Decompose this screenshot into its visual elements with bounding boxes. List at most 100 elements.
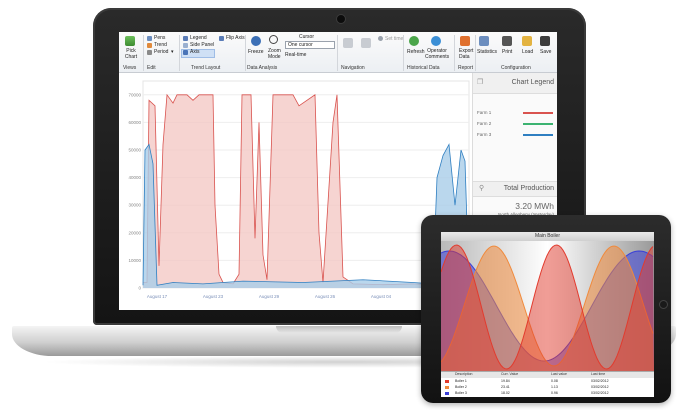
set-time-button[interactable]: Set time [385, 36, 403, 42]
period-icon [147, 50, 152, 55]
legend-icon [183, 36, 188, 41]
period-dropdown[interactable]: Period [154, 49, 168, 55]
boiler-table-cell: 03/02/2012 [591, 379, 609, 383]
legend-swatch [523, 134, 553, 136]
clock-icon [378, 36, 383, 41]
axis-toggle[interactable]: Axis [190, 49, 199, 55]
boiler-table-header-cell: Curr. Value [501, 372, 519, 376]
x-tick-label: August 17 [147, 294, 168, 299]
boiler-table: Description Curr. Value Last value Last tim… [441, 371, 654, 397]
home-button[interactable] [659, 300, 668, 309]
group-data-analysis: Data Analysis [247, 65, 278, 71]
separator [403, 35, 404, 71]
operator-comments-button[interactable]: Operator Comments [425, 48, 449, 60]
trend-chart[interactable]: 0 10000 20000 30000 40000 50000 60000 70000 Augu… [119, 73, 471, 310]
x-tick-label: August 04 [371, 294, 392, 299]
pick-chart-button[interactable]: Pick Chart [123, 48, 139, 60]
production-title: Total Production [503, 185, 554, 192]
separator [179, 35, 180, 71]
cursor-select[interactable]: One cursor [285, 41, 335, 49]
side-panel-toggle[interactable]: Side Panel [190, 42, 214, 48]
boiler-table-cell: 03/02/2012 [591, 385, 609, 389]
boiler-table-cell: Boiler 2 [455, 385, 467, 389]
series-swatch [445, 392, 449, 395]
load-icon[interactable] [522, 36, 532, 46]
laptop-notch [276, 326, 402, 333]
pin-icon[interactable]: ❐ [477, 78, 483, 86]
legend-item-label: Farm 2 [477, 121, 492, 126]
step-forward-icon[interactable] [361, 38, 371, 48]
y-tick-label: 40000 [128, 175, 141, 180]
chevron-down-icon[interactable]: ▾ [171, 49, 174, 55]
series-swatch [445, 380, 449, 383]
series-swatch [445, 386, 449, 389]
legend-toggle[interactable]: Legend [190, 35, 207, 41]
pause-icon[interactable] [251, 36, 261, 46]
y-tick-label: 60000 [128, 120, 141, 125]
side-panel-icon [183, 43, 188, 48]
legend-item-label: Farm 3 [477, 132, 492, 137]
boiler-table-cell: 23.41 [501, 385, 510, 389]
save-icon[interactable] [540, 36, 550, 46]
x-tick-label: August 29 [259, 294, 280, 299]
freeze-button[interactable]: Freeze [248, 49, 264, 55]
separator [143, 35, 144, 71]
legend-item[interactable]: Farm 1 [477, 109, 555, 117]
boiler-table-header-cell: Last value [551, 372, 567, 376]
legend-swatch [523, 112, 553, 114]
ribbon-toolbar: Pick Chart Views Pens Trend Period ▾ Edi… [119, 32, 557, 73]
boiler-table-cell: Boiler 3 [455, 391, 467, 395]
y-tick-label: 0 [138, 286, 141, 291]
statistics-icon[interactable] [479, 36, 489, 46]
export-data-button[interactable]: Export Data [459, 48, 473, 60]
boiler-table-cell: 0.96 [551, 391, 558, 395]
production-header: ⚲ Total Production [473, 181, 557, 197]
tablet-title: Main Boiler [534, 233, 560, 239]
trend-button[interactable]: Trend [154, 42, 167, 48]
zoom-icon[interactable] [269, 35, 278, 44]
cursor-label: Cursor [299, 34, 315, 40]
legend-item[interactable]: Farm 2 [477, 120, 555, 128]
boiler-chart-svg [441, 241, 654, 371]
axis-icon [183, 50, 188, 55]
trend-icon [147, 43, 152, 48]
legend-item[interactable]: Farm 3 [477, 131, 555, 139]
realtime-toggle[interactable]: Real-time [285, 52, 306, 58]
y-tick-label: 30000 [128, 203, 141, 208]
tablet-screen: Main Boiler Description Curr. Value Last v… [441, 232, 654, 397]
comments-icon[interactable] [431, 36, 441, 46]
boiler-table-cell: 18.02 [501, 391, 510, 395]
legend-header: Chart Legend ❐ [473, 73, 557, 94]
x-tick-label: August 26 [315, 294, 336, 299]
legend-item-label: Farm 1 [477, 110, 492, 115]
zoom-mode-button[interactable]: Zoom Mode [268, 48, 282, 60]
refresh-icon[interactable] [409, 36, 419, 46]
pens-button[interactable]: Pens [154, 35, 165, 41]
export-icon[interactable] [460, 36, 470, 46]
legend-swatch [523, 123, 553, 125]
production-value: 3.20 MWh [515, 201, 554, 211]
print-button[interactable]: Print [502, 49, 512, 55]
pens-icon [147, 36, 152, 41]
boiler-table-cell: 0.08 [551, 379, 558, 383]
separator [245, 35, 246, 71]
save-button[interactable]: Save [540, 49, 551, 55]
search-icon[interactable]: ⚲ [479, 184, 484, 192]
camera-icon [336, 14, 346, 24]
y-tick-label: 50000 [128, 148, 141, 153]
flip-axis-icon [219, 36, 224, 41]
flip-axis-button[interactable]: Flip Axis [226, 35, 245, 41]
refresh-button[interactable]: Refresh [407, 49, 425, 55]
trend-chart-svg: 0 10000 20000 30000 40000 50000 60000 70000 Augu… [128, 80, 470, 299]
boiler-table-row[interactable]: Boiler 3 18.02 0.96 03/02/2012 [441, 391, 654, 397]
boiler-table-header: Description Curr. Value Last value Last tim… [441, 372, 654, 378]
statistics-button[interactable]: Statistics [477, 49, 497, 55]
group-views: Views [123, 65, 137, 71]
load-button[interactable]: Load [522, 49, 533, 55]
step-back-icon[interactable] [343, 38, 353, 48]
print-icon[interactable] [502, 36, 512, 46]
group-report: Report [458, 65, 474, 71]
chart-icon[interactable] [125, 36, 135, 46]
boiler-table-header-cell: Description [455, 372, 473, 376]
legend-title: Chart Legend [511, 79, 554, 86]
